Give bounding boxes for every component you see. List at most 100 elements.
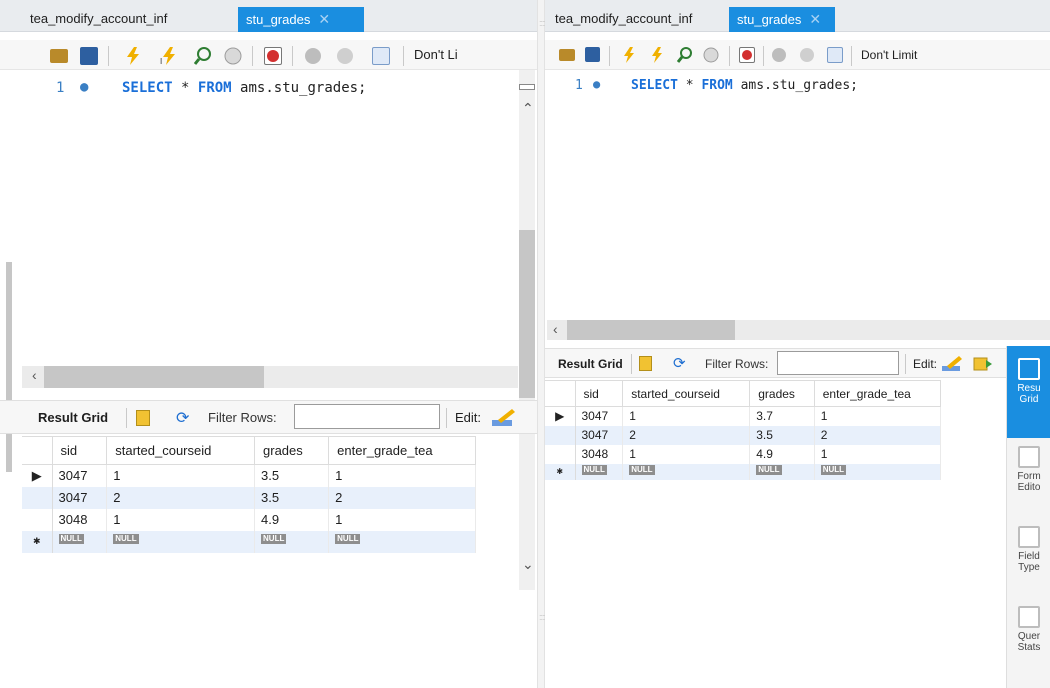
table-row[interactable]: ▶ 3047 1 3.5 1: [22, 464, 476, 487]
tab-tea-modify-account-inf[interactable]: tea_modify_account_inf: [547, 7, 700, 32]
scroll-thumb[interactable]: [567, 320, 735, 340]
cell[interactable]: 2: [328, 486, 476, 509]
commit-icon[interactable]: [304, 47, 322, 65]
cell[interactable]: 3047: [52, 464, 108, 487]
table-row[interactable]: 3047 2 3.5 2: [545, 425, 942, 445]
side-tab-field-types[interactable]: Field Type: [1007, 522, 1050, 596]
refresh-icon[interactable]: ⟳: [176, 408, 189, 428]
toggle-error-icon[interactable]: [739, 47, 755, 63]
refresh-icon[interactable]: ⟳: [673, 354, 686, 372]
cell[interactable]: 1: [106, 464, 256, 487]
cell[interactable]: 1: [106, 508, 256, 531]
side-tab-form-editor[interactable]: Form Edito: [1007, 442, 1050, 516]
column-header-started-courseid[interactable]: started_courseid: [622, 380, 751, 407]
limit-select[interactable]: Don't Limit: [861, 48, 917, 62]
side-tab-result-grid[interactable]: Resu Grid: [1007, 346, 1050, 438]
cell[interactable]: 1: [622, 406, 751, 426]
cell[interactable]: 1: [328, 508, 476, 531]
editor-horizontal-scrollbar[interactable]: ‹: [22, 366, 518, 388]
cell[interactable]: 3.5: [749, 425, 815, 445]
table-row[interactable]: 3047 2 3.5 2: [22, 486, 476, 509]
scroll-up-icon[interactable]: ⌃: [522, 100, 534, 117]
right-sql-editor[interactable]: 1 ● SELECT * FROM ams.stu_grades;: [545, 70, 1050, 320]
cell[interactable]: 1: [814, 406, 942, 426]
cell[interactable]: 3.5: [254, 486, 330, 509]
left-sql-editor[interactable]: 1 ● SELECT * FROM ams.stu_grades;: [0, 70, 537, 370]
cell[interactable]: 3047: [575, 425, 624, 445]
cell[interactable]: 2: [106, 486, 256, 509]
open-folder-icon[interactable]: [559, 49, 575, 61]
execute-lightning-icon[interactable]: [124, 47, 142, 65]
editor-horizontal-scrollbar[interactable]: ‹: [547, 320, 1050, 340]
limit-select[interactable]: Don't Li: [414, 47, 458, 62]
cell[interactable]: 2: [814, 425, 942, 445]
autocommit-icon[interactable]: [827, 47, 843, 63]
cell[interactable]: 2: [622, 425, 751, 445]
pane-divider[interactable]: :::: ::::: [537, 0, 546, 688]
result-grid-label[interactable]: Result Grid: [558, 357, 623, 371]
column-header-enter-grade-tea[interactable]: enter_grade_tea: [813, 380, 942, 407]
scroll-left-icon[interactable]: ‹: [32, 367, 37, 383]
scroll-thumb[interactable]: [519, 230, 535, 398]
table-row[interactable]: 3048 1 4.9 1: [22, 508, 476, 531]
scroll-thumb[interactable]: [44, 366, 264, 388]
filter-rows-input[interactable]: [294, 404, 440, 429]
cell[interactable]: 3.7: [749, 406, 815, 426]
tab-tea-modify-account-inf[interactable]: tea_modify_account_inf: [22, 7, 175, 32]
toggle-error-icon[interactable]: [264, 47, 282, 65]
cell[interactable]: 3047: [52, 486, 108, 509]
column-header-grades[interactable]: grades: [254, 436, 330, 465]
left-result-grid[interactable]: sid started_courseid grades enter_grade_…: [22, 436, 476, 553]
cell[interactable]: 1: [622, 444, 751, 464]
new-row[interactable]: ✱ NULL NULL NULL NULL: [22, 530, 476, 553]
add-row-icon[interactable]: [973, 356, 993, 372]
cell[interactable]: 3047: [575, 406, 624, 426]
tab-stu-grades[interactable]: stu_grades ✕: [238, 7, 364, 32]
cell[interactable]: 1: [814, 444, 942, 464]
column-header-grades[interactable]: grades: [749, 380, 815, 407]
column-header-sid[interactable]: sid: [51, 436, 108, 465]
execute-lightning-icon[interactable]: [621, 47, 639, 65]
execute-current-icon[interactable]: I: [160, 47, 178, 66]
edit-pencil-icon[interactable]: [490, 408, 516, 428]
table-row[interactable]: 3048 1 4.9 1: [545, 444, 942, 464]
filter-rows-input[interactable]: [777, 351, 899, 375]
table-row[interactable]: ▶ 3047 1 3.7 1: [545, 406, 942, 426]
stop-icon[interactable]: [224, 47, 242, 65]
grid-view-icon[interactable]: [136, 410, 150, 426]
open-folder-icon[interactable]: [50, 49, 68, 63]
close-icon[interactable]: ✕: [318, 11, 330, 27]
left-edge-scrollbar[interactable]: [6, 262, 12, 472]
cell[interactable]: 4.9: [254, 508, 330, 531]
right-result-grid[interactable]: sid started_courseid grades enter_grade_…: [545, 380, 942, 480]
save-icon[interactable]: [80, 47, 98, 65]
filter-rows-label: Filter Rows:: [705, 357, 769, 371]
tab-stu-grades[interactable]: stu_grades ✕: [729, 7, 835, 32]
save-icon[interactable]: [585, 47, 600, 62]
explain-magnifier-icon[interactable]: [676, 47, 695, 65]
cell[interactable]: 4.9: [749, 444, 815, 464]
rollback-icon[interactable]: [336, 47, 354, 65]
stop-icon[interactable]: [703, 47, 721, 65]
commit-icon[interactable]: [771, 47, 789, 65]
edit-pencil-icon[interactable]: [941, 355, 963, 373]
cell[interactable]: 3.5: [254, 464, 330, 487]
column-header-started-courseid[interactable]: started_courseid: [106, 436, 256, 465]
cell[interactable]: 3048: [52, 508, 108, 531]
result-grid-label[interactable]: Result Grid: [38, 410, 108, 425]
scroll-left-icon[interactable]: ‹: [553, 321, 558, 337]
execute-current-icon[interactable]: [649, 47, 667, 65]
column-header-sid[interactable]: sid: [574, 380, 624, 407]
side-tab-query-stats[interactable]: Quer Stats: [1007, 602, 1050, 682]
new-row[interactable]: ✱ NULL NULL NULL NULL: [545, 463, 942, 480]
close-icon[interactable]: ✕: [809, 11, 821, 27]
rollback-icon[interactable]: [799, 47, 817, 65]
cell[interactable]: 3048: [575, 444, 624, 464]
scroll-down-icon[interactable]: ⌄: [522, 556, 534, 573]
editor-vertical-scrollbar[interactable]: ⌃ ⌄: [519, 70, 535, 590]
explain-magnifier-icon[interactable]: [193, 47, 212, 65]
column-header-enter-grade-tea[interactable]: enter_grade_tea: [328, 436, 476, 465]
autocommit-icon[interactable]: [372, 47, 390, 65]
cell[interactable]: 1: [328, 464, 476, 487]
grid-view-icon[interactable]: [639, 356, 652, 371]
